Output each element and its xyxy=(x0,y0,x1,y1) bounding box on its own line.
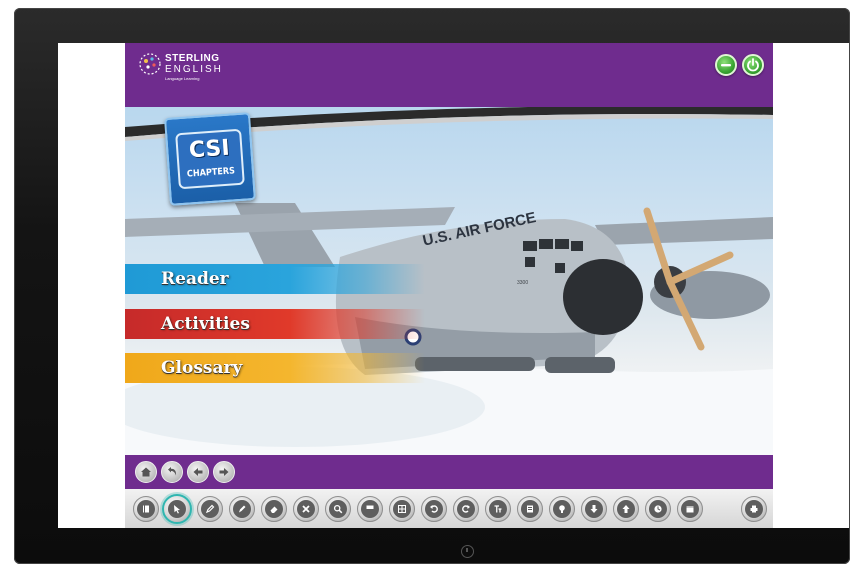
csi-chapters-app: STERLING ENGLISH Language Learning U.S. … xyxy=(125,43,773,528)
print-icon xyxy=(750,505,758,513)
aircraft-number: 3300 xyxy=(517,280,528,286)
notes-button[interactable] xyxy=(517,496,543,522)
back-icon xyxy=(168,467,177,476)
sterling-english-logo: STERLING ENGLISH Language Learning xyxy=(137,49,237,87)
home-icon xyxy=(141,467,151,477)
upload-icon xyxy=(622,505,630,513)
monitor-bezel: STERLING ENGLISH Language Learning U.S. … xyxy=(14,8,850,564)
back-button[interactable] xyxy=(161,461,183,483)
marker-button[interactable] xyxy=(229,496,255,522)
csi-chapters-badge: CSI CHAPTERS xyxy=(164,112,256,206)
menu-reader[interactable]: Reader xyxy=(125,264,425,294)
undo-icon xyxy=(430,505,438,513)
aircraft-text: U.S. AIR FORCE xyxy=(421,209,537,250)
spotlight-button[interactable] xyxy=(549,496,575,522)
zoom-button[interactable] xyxy=(325,496,351,522)
brand-line-3: Language Learning xyxy=(165,76,200,81)
zoom-icon xyxy=(333,504,343,514)
next-arrow-icon xyxy=(219,468,229,476)
previous-arrow-icon xyxy=(193,468,203,476)
top-bar: STERLING ENGLISH Language Learning xyxy=(125,43,773,107)
pointer-button[interactable] xyxy=(162,494,192,524)
power-icon xyxy=(747,58,759,72)
notes-icon xyxy=(527,505,533,513)
grid-button[interactable] xyxy=(389,496,415,522)
text-tool-button[interactable] xyxy=(485,496,511,522)
calendar-button[interactable] xyxy=(677,496,703,522)
power-button[interactable] xyxy=(742,54,764,76)
redo-button[interactable] xyxy=(453,496,479,522)
clear-icon xyxy=(302,505,310,513)
redo-icon xyxy=(462,505,470,513)
book-button[interactable] xyxy=(133,496,159,522)
menu-glossary[interactable]: Glossary xyxy=(125,353,425,383)
badge-frame: CSI CHAPTERS xyxy=(175,128,245,190)
clock-icon xyxy=(654,505,662,513)
spotlight-icon xyxy=(559,505,565,513)
marker-icon xyxy=(239,505,246,513)
mask-icon xyxy=(366,505,374,513)
download-icon xyxy=(590,505,598,513)
navigation-bar xyxy=(125,455,773,489)
minimize-button[interactable] xyxy=(715,54,737,76)
pointer-icon xyxy=(174,505,180,514)
upload-button[interactable] xyxy=(613,496,639,522)
eraser-icon xyxy=(270,506,278,513)
clear-button[interactable] xyxy=(293,496,319,522)
previous-button[interactable] xyxy=(187,461,209,483)
mask-button[interactable] xyxy=(357,496,383,522)
tools-bar xyxy=(125,489,773,528)
minimize-icon xyxy=(721,64,731,67)
badge-title: CSI xyxy=(188,135,231,164)
pencil-icon xyxy=(205,504,215,514)
pencil-button[interactable] xyxy=(197,496,223,522)
text-tool-icon xyxy=(494,505,502,513)
print-button[interactable] xyxy=(741,496,767,522)
badge-subtitle: CHAPTERS xyxy=(186,166,236,180)
book-icon xyxy=(143,505,149,513)
monitor-power-icon xyxy=(461,545,474,558)
aircraft-illustration: U.S. AIR FORCE 3300 xyxy=(125,107,773,455)
hero-cover: U.S. AIR FORCE 3300 CSI CHAPTERS Reader … xyxy=(125,107,773,455)
home-button[interactable] xyxy=(135,461,157,483)
eraser-button[interactable] xyxy=(261,496,287,522)
logo-mark-icon xyxy=(139,53,161,75)
brand-line-2: ENGLISH xyxy=(165,64,223,75)
menu-activities[interactable]: Activities xyxy=(125,309,425,339)
clock-button[interactable] xyxy=(645,496,671,522)
calendar-icon xyxy=(686,506,694,513)
next-button[interactable] xyxy=(213,461,235,483)
download-button[interactable] xyxy=(581,496,607,522)
undo-button[interactable] xyxy=(421,496,447,522)
screen: STERLING ENGLISH Language Learning U.S. … xyxy=(58,43,850,528)
grid-icon xyxy=(398,505,406,513)
brand-line-1: STERLING xyxy=(165,53,220,64)
